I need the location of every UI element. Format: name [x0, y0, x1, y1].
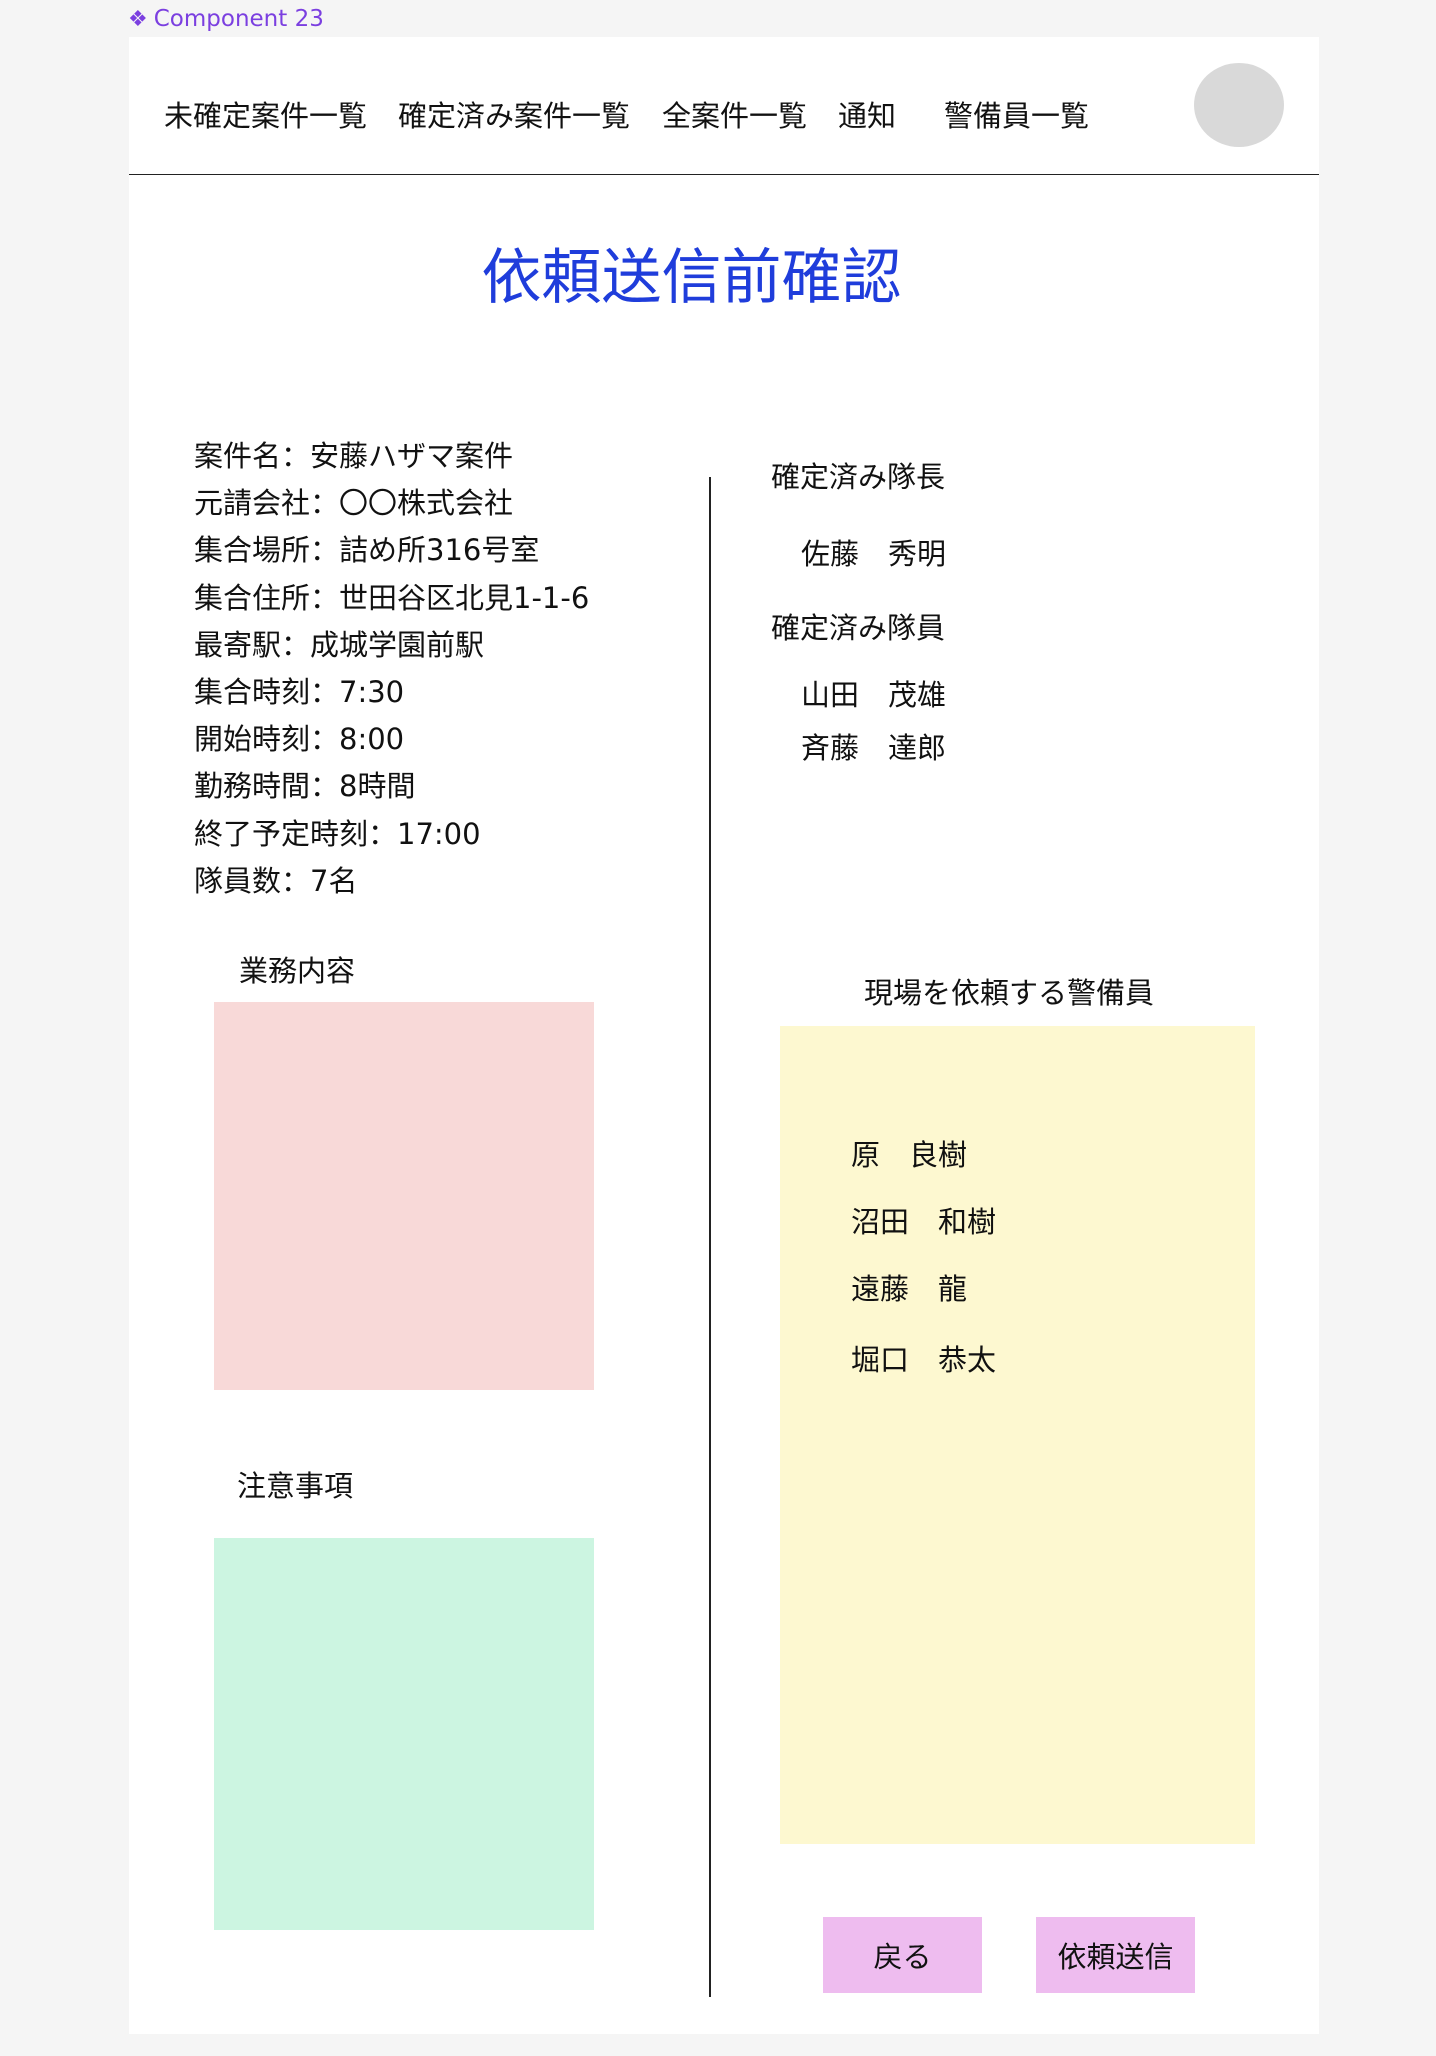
nav-confirmed-projects[interactable]: 確定済み案件一覧	[398, 93, 630, 135]
confirmed-member-name: 山田 茂雄	[801, 678, 947, 712]
confirmed-member-name: 斉藤 達郎	[801, 731, 947, 765]
confirmed-members-label: 確定済み隊員	[771, 611, 946, 645]
confirmed-leader-label: 確定済み隊長	[771, 460, 946, 494]
component-diamond-icon: ❖	[128, 6, 148, 32]
project-info-list: 案件名：安藤ハザマ案件 元請会社：〇〇株式会社 集合場所：詰め所316号室 集合…	[194, 433, 589, 905]
info-contractor: 元請会社：〇〇株式会社	[194, 486, 514, 521]
request-guard-name: 遠藤 龍	[851, 1272, 968, 1306]
info-meeting-place: 集合場所：詰め所316号室	[194, 533, 540, 568]
column-divider	[709, 477, 711, 1997]
info-meeting-address: 集合住所：世田谷区北見1-1-6	[194, 580, 590, 615]
work-content-box	[214, 1002, 594, 1390]
nav-all-projects[interactable]: 全案件一覧	[662, 93, 807, 135]
confirmed-leader-name: 佐藤 秀明	[801, 537, 947, 571]
info-work-hours: 勤務時間：8時間	[194, 769, 416, 804]
info-meeting-time: 集合時刻：7:30	[194, 675, 405, 710]
work-content-label: 業務内容	[239, 954, 356, 988]
info-member-count: 隊員数：7名	[194, 863, 358, 898]
info-nearest-station: 最寄駅：成城学園前駅	[194, 627, 485, 662]
back-button[interactable]: 戻る	[823, 1917, 982, 1993]
notes-box	[214, 1538, 594, 1930]
component-label: ❖ Component 23	[128, 6, 324, 32]
request-guard-name: 堀口 恭太	[851, 1343, 997, 1377]
nav-unconfirmed-projects[interactable]: 未確定案件一覧	[164, 93, 367, 135]
page-title: 依頼送信前確認	[481, 243, 902, 313]
info-end-time: 終了予定時刻：17:00	[194, 816, 481, 851]
nav-notifications[interactable]: 通知	[838, 93, 896, 135]
request-guard-name: 沼田 和樹	[851, 1205, 997, 1239]
avatar[interactable]	[1194, 63, 1284, 147]
nav-guard-list[interactable]: 警備員一覧	[944, 93, 1089, 135]
page-frame: 未確定案件一覧 確定済み案件一覧 全案件一覧 通知 警備員一覧 依頼送信前確認 …	[129, 37, 1319, 2034]
request-guards-label: 現場を依頼する警備員	[864, 976, 1155, 1010]
notes-label: 注意事項	[237, 1469, 354, 1503]
send-request-button[interactable]: 依頼送信	[1036, 1917, 1195, 1993]
info-start-time: 開始時刻：8:00	[194, 722, 405, 757]
top-nav: 未確定案件一覧 確定済み案件一覧 全案件一覧 通知 警備員一覧	[129, 37, 1319, 175]
info-project-name: 案件名：安藤ハザマ案件	[194, 439, 514, 473]
component-name: Component 23	[153, 6, 324, 32]
request-guard-name: 原 良樹	[851, 1138, 968, 1172]
